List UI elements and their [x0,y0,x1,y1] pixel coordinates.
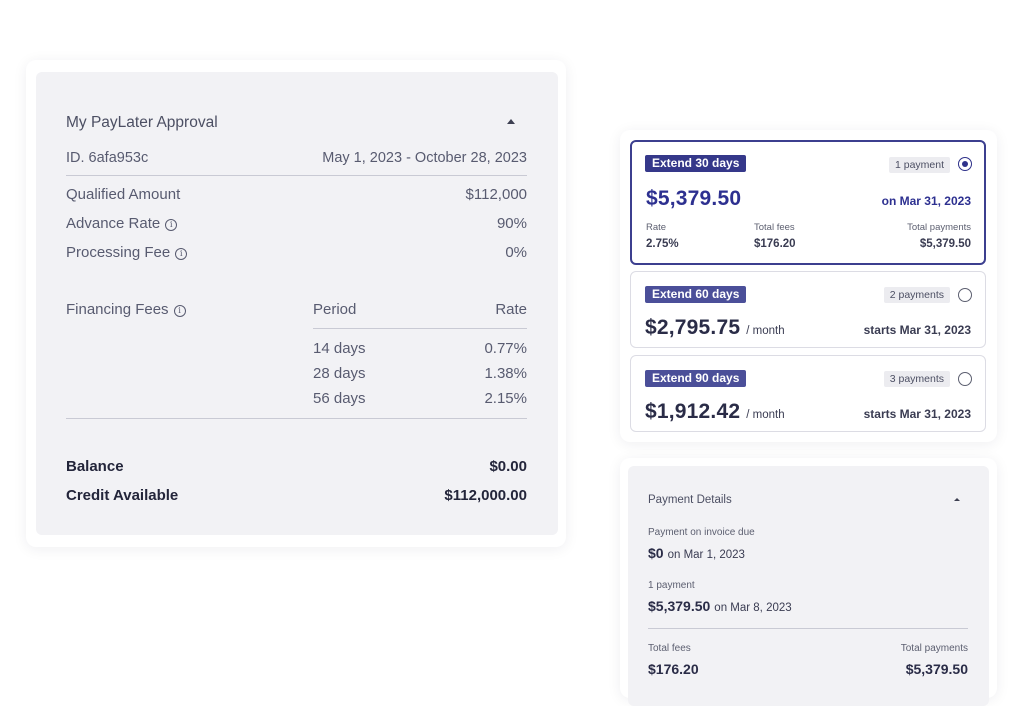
payments-badge: 2 payments [883,287,950,303]
info-icon[interactable]: i [173,305,186,317]
payments-badge: 1 payment [888,157,950,173]
total-payments-value: $5,379.50 [919,238,971,250]
total-fees-label: Total fees [754,222,795,233]
advance-rate-row: Advance Rate i 90% [66,215,527,232]
payments-badge: 3 payments [883,371,950,387]
divider [313,328,527,329]
divider [66,418,527,419]
extend-pill: Extend 30 days [645,155,747,172]
invoice-due-date: on Mar 1, 2023 [667,549,745,561]
financing-fees-label: Financing Fees [66,301,169,318]
credit-available-row: Credit Available $112,000.00 [66,487,527,504]
credit-available-label: Credit Available [66,487,179,504]
financing-fees-header: Financing Fees i Period Rate [66,301,527,318]
qualified-amount-label: Qualified Amount [66,186,181,203]
total-payments-label: Total payments [907,222,971,233]
option-date: starts Mar 31, 2023 [863,407,971,421]
radio-selected-icon[interactable] [958,157,972,171]
total-payments-value: $5,379.50 [905,661,968,677]
advance-rate-value: 90% [496,215,527,232]
info-icon[interactable]: i [165,219,178,231]
processing-fee-value: 0% [505,244,527,261]
payment-amount: $5,379.50 on Mar 8, 2023 [648,598,792,614]
invoice-due-label: Payment on invoice due [648,527,755,538]
collapse-caret-icon[interactable] [507,119,515,124]
balance-row: Balance $0.00 [66,458,527,475]
option-date: starts Mar 31, 2023 [863,323,971,337]
rate-label: Rate [646,222,667,233]
extend-option-30[interactable]: Extend 30 days 1 payment $5,379.50 on Ma… [630,140,986,265]
divider [66,175,527,176]
fee-rate: 0.77% [484,340,527,357]
extend-options-card: Extend 30 days 1 payment $5,379.50 on Ma… [620,130,997,442]
total-fees-value: $176.20 [648,661,699,677]
approval-id-row: ID. 6afa953c May 1, 2023 - October 28, 2… [66,150,527,166]
divider [648,628,968,629]
payment-count-label: 1 payment [648,580,695,591]
payment-details-title: Payment Details [648,494,732,506]
balance-value: $0.00 [489,458,527,475]
qualified-amount-row: Qualified Amount $112,000 [66,186,527,203]
approval-id: ID. 6afa953c [66,150,149,166]
approval-date-range: May 1, 2023 - October 28, 2023 [322,150,527,166]
extend-option-90[interactable]: Extend 90 days 3 payments $1,912.42 / mo… [630,355,986,432]
extend-option-60[interactable]: Extend 60 days 2 payments $2,795.75 / mo… [630,271,986,348]
processing-fee-label: Processing Fee [66,244,171,261]
approval-title: My PayLater Approval [66,114,218,131]
fee-rate: 1.38% [484,365,527,382]
qualified-amount-value: $112,000 [465,186,527,203]
fee-period: 28 days [313,365,366,382]
total-fees-label: Total fees [648,643,691,654]
payment-details-panel: Payment Details Payment on invoice due $… [628,466,989,706]
option-amount-value: $1,912.42 [645,400,741,423]
option-amount-value: $2,795.75 [645,316,741,339]
fee-rate: 2.15% [484,390,527,407]
option-date: on Mar 31, 2023 [881,194,971,208]
option-unit: / month [746,409,785,421]
total-payments-label: Total payments [900,643,968,654]
paylater-approval-card: My PayLater Approval ID. 6afa953c May 1,… [26,60,566,547]
radio-unselected-icon[interactable] [958,288,972,302]
advance-rate-label: Advance Rate [66,215,161,232]
rate-header: Rate [495,301,527,318]
period-header: Period [313,301,357,318]
credit-available-value: $112,000.00 [444,487,527,504]
processing-fee-row: Processing Fee i 0% [66,244,527,261]
invoice-due-value: $0 [648,545,664,561]
invoice-due-amount: $0 on Mar 1, 2023 [648,545,745,561]
option-amount: $5,379.50 [646,187,742,210]
extend-pill: Extend 60 days [645,286,747,303]
extend-pill: Extend 90 days [645,370,747,387]
payment-date: on Mar 8, 2023 [714,602,792,614]
paylater-approval-panel: My PayLater Approval ID. 6afa953c May 1,… [36,72,558,535]
option-amount: $1,912.42 / month [645,400,785,424]
total-fees-value: $176.20 [754,238,796,250]
option-amount: $2,795.75 / month [645,316,785,340]
fee-period: 14 days [313,340,366,357]
payment-amount-value: $5,379.50 [648,598,711,614]
info-icon[interactable]: i [175,248,188,260]
rate-value: 2.75% [646,238,679,250]
payment-details-card: Payment Details Payment on invoice due $… [620,458,997,706]
option-unit: / month [746,325,785,337]
collapse-caret-icon[interactable] [954,498,960,501]
fee-period: 56 days [313,390,366,407]
radio-unselected-icon[interactable] [958,372,972,386]
balance-label: Balance [66,458,124,475]
